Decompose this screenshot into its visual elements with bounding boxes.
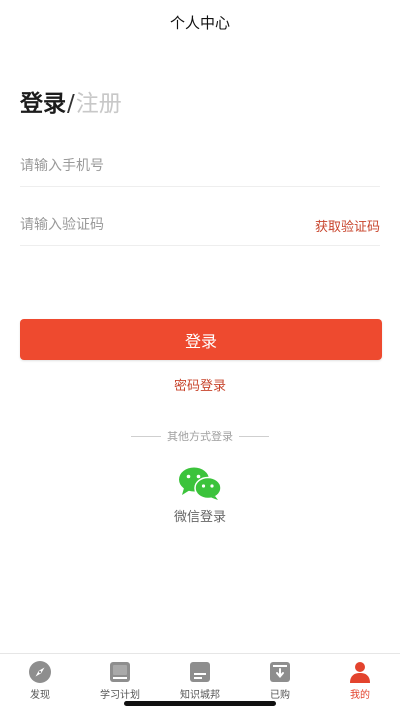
tab-purchased-label: 已购 <box>270 690 290 701</box>
divider-line-left <box>131 435 161 437</box>
login-button[interactable]: 登录 <box>20 319 382 360</box>
tab-study-plan-label: 学习计划 <box>100 690 140 701</box>
login-register-tabs: 登录 / 注册 <box>20 84 122 118</box>
tab-mine-label: 我的 <box>350 690 370 701</box>
get-code-button[interactable]: 获取验证码 <box>315 216 380 235</box>
tab-discover-label: 发现 <box>30 690 50 701</box>
wechat-login-label: 微信登录 <box>173 510 226 525</box>
other-methods-divider: 其他方式登录 <box>0 428 400 444</box>
download-box-icon <box>270 662 290 682</box>
other-methods-label: 其他方式登录 <box>167 430 233 443</box>
compass-icon <box>29 661 51 683</box>
book-icon <box>110 662 130 682</box>
phone-input[interactable] <box>20 158 270 174</box>
person-icon <box>350 662 370 683</box>
tab-register[interactable]: 注册 <box>76 84 122 118</box>
tab-discover[interactable]: 发现 <box>0 654 80 712</box>
tab-separator: / <box>67 91 75 117</box>
password-login-link[interactable]: 密码登录 <box>0 375 400 394</box>
code-input[interactable] <box>20 217 270 233</box>
tab-mine[interactable]: 我的 <box>320 654 400 712</box>
code-field: 获取验证码 <box>20 205 380 246</box>
document-icon <box>190 662 210 682</box>
wechat-login-button[interactable]: 微信登录 <box>150 466 250 525</box>
page-title: 个人中心 <box>169 14 230 32</box>
divider-line-right <box>239 435 269 437</box>
home-indicator <box>124 701 276 706</box>
wechat-icon <box>179 467 222 500</box>
tab-login[interactable]: 登录 <box>20 84 66 118</box>
phone-field <box>20 146 380 187</box>
tab-knowledge-city-label: 知识城邦 <box>180 690 220 701</box>
